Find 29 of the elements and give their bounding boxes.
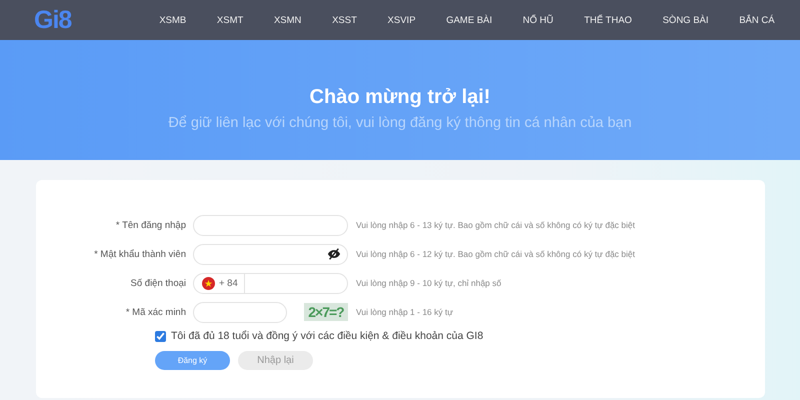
agree-label: Tôi đã đủ 18 tuổi và đồng ý với các điều kiện & điều khoản của GI8 bbox=[171, 330, 484, 342]
nav-link[interactable]: NỔ HŨ bbox=[522, 14, 554, 26]
hero-title: Chào mừng trở lại! bbox=[310, 86, 490, 108]
nav-link[interactable]: XSST bbox=[332, 14, 357, 26]
field-hint: Vui lòng nhập 6 - 12 ký tự. Bao gồm chữ cái và số không có ký tự đặc biệt bbox=[356, 249, 635, 259]
captcha-field[interactable] bbox=[193, 302, 287, 322]
nav-link[interactable]: XSMB bbox=[159, 14, 186, 26]
phone-field[interactable]: + 84 bbox=[193, 272, 348, 294]
hidden-eye-icon[interactable] bbox=[327, 248, 341, 260]
nav-link[interactable]: SÒNG BÀI bbox=[662, 14, 709, 26]
field-hint: Vui lòng nhập 6 - 13 ký tự. Bao gồm chữ cái và số không có ký tự đặc biệt bbox=[356, 220, 635, 230]
nav-link[interactable]: XSMT bbox=[216, 14, 244, 26]
field-label: * Mật khẩu thành viên bbox=[93, 248, 186, 260]
field-hint: Vui lòng nhập 1 - 16 ký tự bbox=[356, 307, 454, 317]
nav-link[interactable]: XSMN bbox=[274, 14, 302, 26]
nav-link[interactable]: THỂ THAO bbox=[584, 14, 632, 26]
hero-subtitle: Để giữ liên lạc với chúng tôi, vui lòng đăng ký thông tin cá nhân của bạn bbox=[168, 114, 632, 130]
agree-checkbox[interactable] bbox=[155, 330, 166, 342]
nav-link[interactable]: BẮN CÁ bbox=[739, 14, 775, 26]
field-label: Số điện thoại bbox=[130, 278, 186, 288]
field-label: * Tên đăng nhập bbox=[114, 220, 186, 230]
password-field[interactable] bbox=[193, 244, 348, 264]
country-code: + 84 bbox=[219, 278, 238, 288]
text-field[interactable] bbox=[193, 214, 348, 236]
nav-link[interactable]: XSVIP bbox=[388, 14, 416, 26]
field-hint: Vui lòng nhập 9 - 10 ký tự, chỉ nhập số bbox=[356, 278, 502, 288]
flag-icon bbox=[202, 276, 215, 290]
field-label: * Mã xác minh bbox=[124, 306, 186, 318]
nav-link[interactable]: GAME BÀI bbox=[446, 14, 492, 26]
